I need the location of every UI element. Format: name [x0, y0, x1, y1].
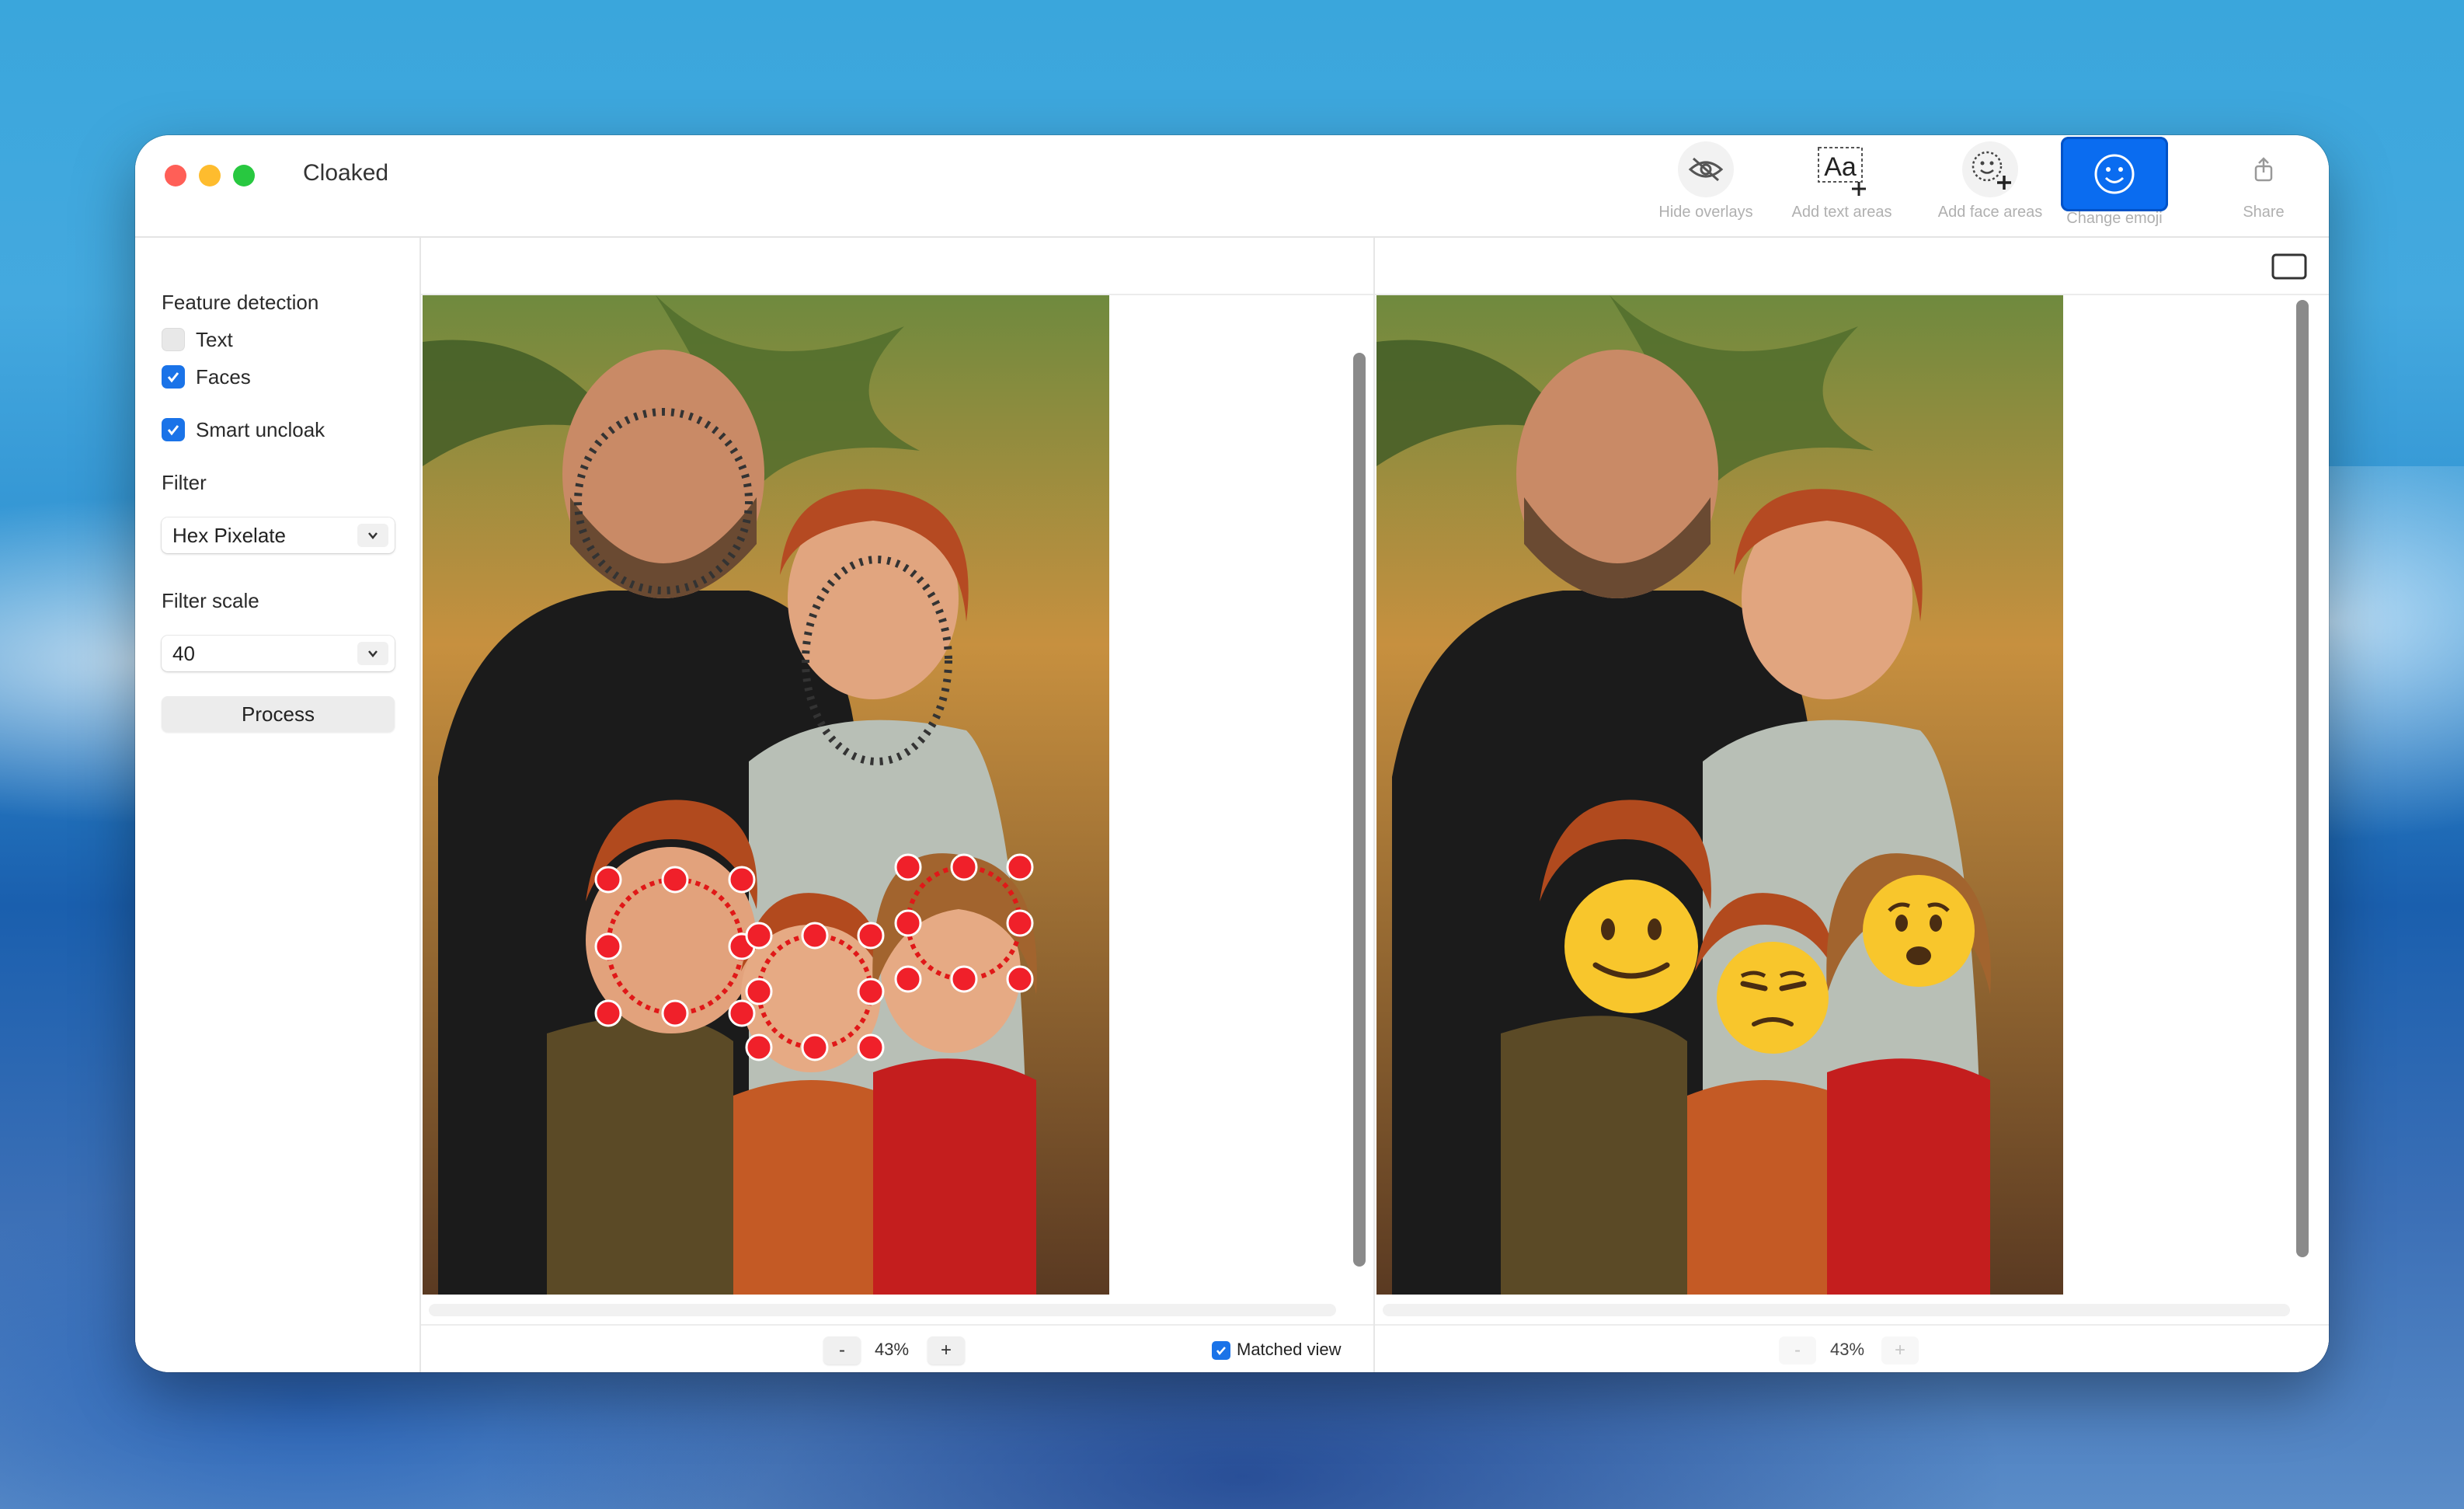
zoom-in-button[interactable]: + — [927, 1336, 965, 1364]
checkmark-icon — [1216, 1347, 1226, 1355]
source-photo[interactable] — [423, 295, 1109, 1295]
emoji-overlay-slight-smile[interactable] — [1564, 880, 1698, 1013]
right-pane-footer: - 43% + — [1375, 1324, 2329, 1372]
minimize-window-button[interactable] — [199, 165, 221, 186]
filter-heading: Filter — [162, 471, 207, 494]
emoji-overlay-frowning[interactable] — [1863, 875, 1975, 987]
faces-checkbox-label: Faces — [196, 365, 251, 389]
change-emoji-button[interactable]: Change emoji — [2059, 137, 2170, 227]
family-photo-illustration — [1376, 295, 2063, 1295]
smart-uncloak-checkbox[interactable] — [162, 418, 185, 441]
pane-header — [1375, 238, 2329, 295]
add-text-icon: Aa — [1814, 141, 1870, 197]
zoom-out-button[interactable]: - — [823, 1336, 861, 1364]
vertical-scrollbar[interactable] — [2296, 300, 2309, 1257]
processed-photo[interactable] — [1376, 295, 2063, 1295]
matched-view-checkbox[interactable] — [1212, 1341, 1230, 1360]
smiley-icon — [2061, 137, 2168, 211]
title-bar: Cloaked Hide overlays Aa Add text areas … — [135, 135, 2329, 238]
original-image-pane: - 43% + Matched view — [421, 238, 1375, 1372]
processed-image-pane: - 43% + — [1375, 238, 2329, 1372]
vertical-scrollbar[interactable] — [1353, 353, 1366, 1267]
pane-header — [421, 238, 1373, 295]
process-button[interactable]: Process — [162, 696, 395, 732]
close-window-button[interactable] — [165, 165, 186, 186]
matched-view-label: Matched view — [1237, 1340, 1342, 1359]
checkmark-icon — [167, 425, 179, 436]
family-photo-illustration — [423, 295, 1109, 1295]
share-label: Share — [2243, 204, 2285, 221]
eye-slash-icon — [1678, 141, 1734, 197]
feature-detection-heading: Feature detection — [162, 291, 319, 314]
zoom-window-button[interactable] — [233, 165, 255, 186]
emoji-overlay-unamused[interactable] — [1717, 942, 1829, 1054]
filter-scale-value: 40 — [172, 641, 195, 665]
fit-frame-icon[interactable] — [2271, 253, 2307, 280]
horizontal-scrollbar[interactable] — [429, 1304, 1336, 1316]
checkmark-icon — [167, 372, 179, 383]
zoom-out-button[interactable]: - — [1779, 1336, 1816, 1364]
sidebar: Feature detection Text Faces Smart unclo… — [135, 238, 421, 1372]
add-face-areas-button[interactable]: Add face areas — [1922, 141, 2059, 228]
smart-uncloak-label: Smart uncloak — [196, 418, 325, 441]
add-text-areas-button[interactable]: Aa Add text areas — [1776, 141, 1908, 228]
chevron-down-icon — [357, 524, 388, 547]
zoom-level: 43% — [1830, 1340, 1865, 1359]
add-face-icon — [1962, 141, 2018, 197]
faces-checkbox[interactable] — [162, 365, 185, 389]
hide-overlays-button[interactable]: Hide overlays — [1644, 141, 1768, 228]
chevron-down-icon — [357, 642, 388, 665]
filter-select[interactable]: Hex Pixelate — [162, 518, 395, 553]
change-emoji-label: Change emoji — [2066, 210, 2163, 227]
horizontal-scrollbar[interactable] — [1383, 1304, 2290, 1316]
filter-select-value: Hex Pixelate — [172, 523, 286, 547]
add-face-areas-label: Add face areas — [1937, 204, 2043, 221]
text-checkbox-label: Text — [196, 328, 233, 351]
app-title: Cloaked — [303, 160, 389, 186]
filter-scale-heading: Filter scale — [162, 589, 259, 612]
zoom-level: 43% — [875, 1340, 910, 1359]
share-icon — [2236, 141, 2292, 197]
zoom-in-button[interactable]: + — [1881, 1336, 1919, 1364]
app-window: Cloaked Hide overlays Aa Add text areas … — [135, 135, 2329, 1372]
add-text-icon-glyph: Aa — [1824, 152, 1857, 182]
share-button[interactable]: Share — [2233, 141, 2295, 228]
text-checkbox[interactable] — [162, 328, 185, 351]
left-pane-footer: - 43% + Matched view — [421, 1324, 1373, 1372]
filter-scale-select[interactable]: 40 — [162, 636, 395, 671]
hide-overlays-label: Hide overlays — [1658, 204, 1753, 221]
add-text-areas-label: Add text areas — [1791, 204, 1892, 221]
